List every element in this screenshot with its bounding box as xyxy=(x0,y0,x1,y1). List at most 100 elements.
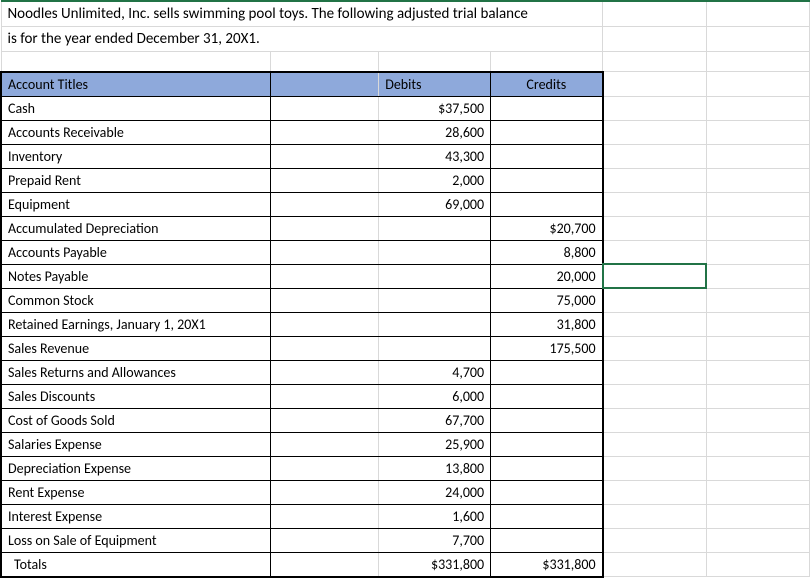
grid[interactable]: Noodles Unlimited, Inc. sells swimming p… xyxy=(0,0,810,578)
cell-blank[interactable] xyxy=(603,552,706,577)
cell-blank[interactable] xyxy=(706,96,809,120)
credit-cell[interactable] xyxy=(491,360,603,384)
col-header-credits[interactable]: Credits xyxy=(491,72,603,97)
intro-line-2[interactable]: is for the year ended December 31, 20X1. xyxy=(1,27,603,52)
cell-blank[interactable] xyxy=(603,408,706,432)
cell-blank[interactable] xyxy=(271,336,379,360)
cell-blank[interactable] xyxy=(603,96,706,120)
debit-cell[interactable] xyxy=(379,336,491,360)
cell-blank[interactable] xyxy=(271,504,379,528)
cell-blank[interactable] xyxy=(706,408,809,432)
cell-blank[interactable] xyxy=(271,264,379,288)
debit-cell[interactable]: 6,000 xyxy=(379,384,491,408)
credit-cell[interactable] xyxy=(491,192,603,216)
cell-blank[interactable] xyxy=(271,288,379,312)
cell-blank[interactable] xyxy=(271,528,379,552)
cell-blank[interactable] xyxy=(706,552,809,577)
account-title[interactable]: Salaries Expense xyxy=(1,432,271,456)
cell-blank[interactable] xyxy=(603,192,706,216)
cell-blank[interactable] xyxy=(271,480,379,504)
cell-blank[interactable] xyxy=(603,1,706,27)
cell-blank[interactable] xyxy=(706,288,809,312)
cell-blank[interactable] xyxy=(706,456,809,480)
intro-line-1[interactable]: Noodles Unlimited, Inc. sells swimming p… xyxy=(1,1,603,27)
credit-cell[interactable]: 31,800 xyxy=(491,312,603,336)
debit-cell[interactable]: 43,300 xyxy=(379,144,491,168)
account-title[interactable]: Common Stock xyxy=(1,288,271,312)
cell-blank[interactable] xyxy=(271,96,379,120)
cell-blank[interactable] xyxy=(706,264,809,288)
cell-blank[interactable] xyxy=(603,384,706,408)
credit-cell[interactable] xyxy=(491,480,603,504)
cell-blank[interactable] xyxy=(706,192,809,216)
cell-blank[interactable] xyxy=(706,240,809,264)
cell-blank[interactable] xyxy=(706,144,809,168)
cell-blank[interactable] xyxy=(603,240,706,264)
cell-blank[interactable] xyxy=(603,360,706,384)
cell-blank[interactable] xyxy=(491,52,603,72)
credit-cell[interactable]: 75,000 xyxy=(491,288,603,312)
account-title[interactable]: Accumulated Depreciation xyxy=(1,216,271,240)
account-title[interactable]: Rent Expense xyxy=(1,480,271,504)
account-title[interactable]: Retained Earnings, January 1, 20X1 xyxy=(1,312,271,336)
account-title[interactable]: Equipment xyxy=(1,192,271,216)
debit-cell[interactable]: 4,700 xyxy=(379,360,491,384)
credit-cell[interactable] xyxy=(491,96,603,120)
cell-blank[interactable] xyxy=(706,528,809,552)
cell-blank[interactable] xyxy=(603,216,706,240)
cell-blank[interactable] xyxy=(603,120,706,144)
credit-cell[interactable]: $20,700 xyxy=(491,216,603,240)
cell-blank[interactable] xyxy=(706,480,809,504)
col-header-debits[interactable]: Debits xyxy=(379,72,491,97)
debit-cell[interactable] xyxy=(379,240,491,264)
debit-cell[interactable]: 1,600 xyxy=(379,504,491,528)
account-title[interactable]: Prepaid Rent xyxy=(1,168,271,192)
account-title[interactable]: Accounts Receivable xyxy=(1,120,271,144)
debit-cell[interactable]: 7,700 xyxy=(379,528,491,552)
cell-blank[interactable] xyxy=(271,52,379,72)
cell-blank[interactable] xyxy=(706,432,809,456)
account-title[interactable]: Sales Revenue xyxy=(1,336,271,360)
cell-blank[interactable] xyxy=(271,120,379,144)
debit-cell[interactable]: 25,900 xyxy=(379,432,491,456)
cell-blank[interactable] xyxy=(603,456,706,480)
cell-blank[interactable] xyxy=(603,72,706,97)
cell-blank[interactable] xyxy=(706,504,809,528)
account-title[interactable]: Sales Returns and Allowances xyxy=(1,360,271,384)
credit-cell[interactable] xyxy=(491,384,603,408)
cell-blank[interactable] xyxy=(706,52,809,72)
cell-blank[interactable] xyxy=(706,336,809,360)
credit-cell[interactable] xyxy=(491,504,603,528)
cell-blank[interactable] xyxy=(603,480,706,504)
debit-cell[interactable]: 69,000 xyxy=(379,192,491,216)
account-title[interactable]: Interest Expense xyxy=(1,504,271,528)
cell-blank[interactable] xyxy=(271,312,379,336)
debit-cell[interactable]: 67,700 xyxy=(379,408,491,432)
debit-cell[interactable] xyxy=(379,264,491,288)
debit-cell[interactable] xyxy=(379,312,491,336)
cell-blank[interactable] xyxy=(379,52,491,72)
col-header-account[interactable]: Account Titles xyxy=(1,72,271,97)
debit-cell[interactable]: 13,800 xyxy=(379,456,491,480)
cell-blank[interactable] xyxy=(271,168,379,192)
totals-label[interactable]: Totals xyxy=(1,552,271,577)
debit-cell[interactable] xyxy=(379,288,491,312)
cell-blank[interactable] xyxy=(271,240,379,264)
cell-blank[interactable] xyxy=(271,216,379,240)
cell-blank[interactable] xyxy=(603,432,706,456)
credit-cell[interactable] xyxy=(491,432,603,456)
cell-blank[interactable] xyxy=(706,1,809,27)
cell-blank[interactable] xyxy=(603,504,706,528)
cell-blank[interactable] xyxy=(603,168,706,192)
cell-blank[interactable] xyxy=(706,216,809,240)
account-title[interactable]: Loss on Sale of Equipment xyxy=(1,528,271,552)
cell-blank[interactable] xyxy=(271,384,379,408)
account-title[interactable]: Inventory xyxy=(1,144,271,168)
cell-blank[interactable] xyxy=(603,288,706,312)
credit-cell[interactable] xyxy=(491,528,603,552)
account-title[interactable]: Accounts Payable xyxy=(1,240,271,264)
cell-blank[interactable] xyxy=(271,432,379,456)
totals-debit[interactable]: $331,800 xyxy=(379,552,491,577)
cell-blank[interactable] xyxy=(603,27,706,52)
cell-blank[interactable] xyxy=(603,144,706,168)
